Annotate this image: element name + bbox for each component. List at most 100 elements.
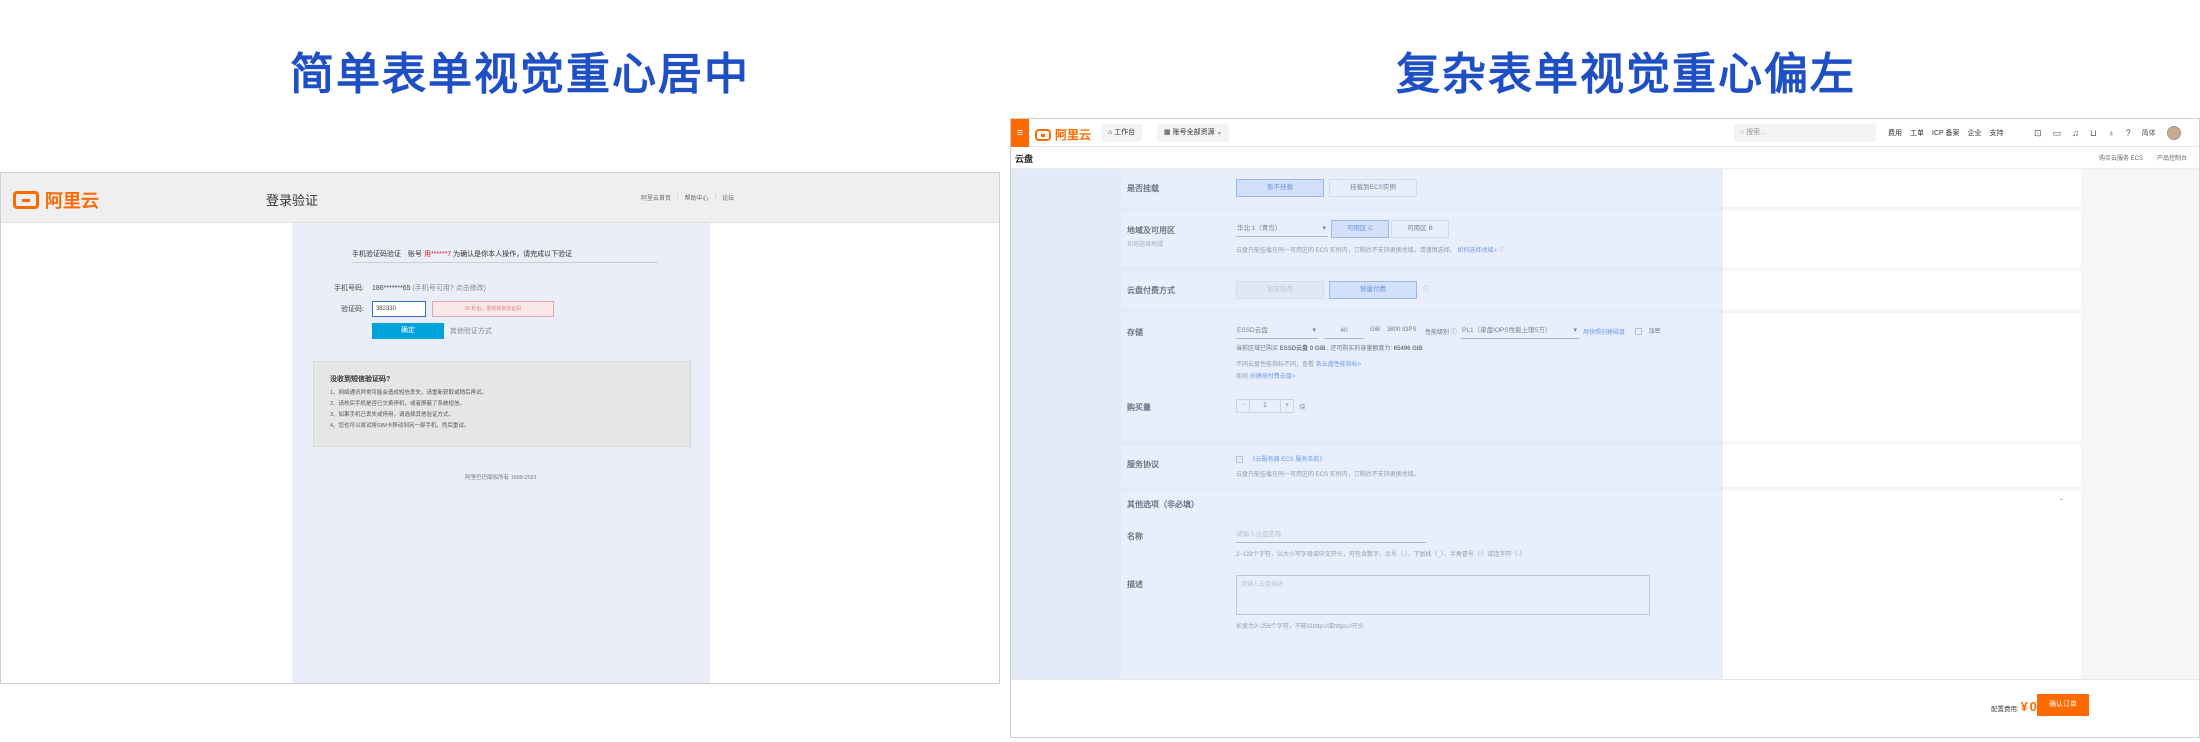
login-verify-screenshot: 阿里云 登录验证 阿里云首页 | 帮助中心 | 论坛 手机验证码验证 账号 用*… [0,172,1000,684]
confirm-order-button[interactable]: 确认订单 [2037,694,2089,716]
help-icon[interactable]: ? [2126,128,2131,138]
code-input[interactable]: 382330 [371,301,426,317]
description-label: 描述 [1127,580,1143,589]
snapshot-link-wrap: 用快照创建磁盘 [1583,327,1625,336]
agreement-label: 服务协议 [1127,460,1159,469]
zone-c-option[interactable]: 可用区 C [1331,220,1389,238]
header-link-help[interactable]: 帮助中心 [685,193,709,202]
disk-size-unit: GiB [1370,327,1381,333]
quantity-value[interactable]: 1 [1250,399,1280,413]
name-input[interactable]: 请输入云盘名称 [1236,527,1426,543]
region-note-text: 云盘只能挂载在同一可用区的 ECS 实例内，订购后不支持更换地域，请谨慎选择。 [1236,248,1456,254]
help-item: 3、如果手机已丢失或停用，请选择其他验证方式。 [330,412,455,418]
console-topbar: ≡ 阿里云 ⌂ 工作台 ▦ 账号全部资源 ⌄ ○ 搜索... 费用 工单 ICP [1011,119,2199,147]
quantity-stepper: − 1 + 块 [1236,399,1306,413]
disk-size-input[interactable]: 40 [1324,323,1364,339]
other-options-label: 其他选项（非必填） [1127,500,1199,509]
name-label: 名称 [1127,532,1143,541]
fee-label: 配置费用: [1990,706,2019,713]
nav-link-fees[interactable]: 费用 [1888,128,1902,138]
perf-note: 不同云盘性能指标不同，查看 各云盘性能指标> [1236,359,1361,368]
perf-level-select[interactable]: PL1（单盘IOPS性能上限5万） [1461,323,1579,339]
storage-label: 存储 [1127,328,1143,337]
verify-header-prefix: 手机验证码验证 账号 [352,251,422,258]
aliyun-logo-icon [13,191,39,209]
mount-option-ecs[interactable]: 挂载到ECS实例 [1329,179,1417,197]
billing-section: 云盘付费方式 包年包月 按量付费 ⓘ [1121,271,2081,309]
mount-option-none[interactable]: 暂不挂载 [1236,179,1324,197]
workbench-button[interactable]: ⌂ 工作台 [1101,124,1143,142]
region-label: 地域及可用区 [1127,226,1175,235]
help-question: 没收到短信验证码? [330,376,391,383]
header-link-home[interactable]: 阿里云首页 [641,193,671,202]
aliyun-logo[interactable]: 阿里云 [1035,126,1091,143]
chevron-up-icon[interactable]: ⌃ [2057,497,2065,508]
other-options-section: 其他选项（非必填） ⌃ 名称 请输入云盘名称 2~128个字符，以大小写字母或中… [1121,491,2081,679]
phone-value: 186*******65 [371,285,411,292]
region-note-link[interactable]: 如何选择地域> [1457,248,1497,254]
cart-icon[interactable]: ⊔ [2090,128,2097,139]
nav-link-support[interactable]: 支持 [1990,128,2004,138]
console-link[interactable]: 产品控制台 [2157,153,2187,162]
region-help-link[interactable]: 如何选择地域 [1127,239,1163,248]
brand-name: 阿里云 [1055,128,1092,142]
description-hint: 长度为2~256个字符，不能以http://或https://开头 [1236,624,1364,630]
avatar[interactable] [2166,126,2181,140]
resources-label: 账号全部资源 [1172,129,1215,136]
aliyun-logo[interactable]: 阿里云 [13,187,99,213]
menu-icon[interactable]: ≡ [1011,119,1029,147]
agreement-checkbox[interactable]: 《云服务器 ECS 服务条款》 [1236,454,1325,463]
increment-button[interactable]: + [1280,399,1294,413]
copyright: 阿里巴巴版权所有 1999-2021 [465,475,537,481]
top-nav-icons: ⊡ ▭ ♫ ⊔ ♁ ? 简体 [2034,119,2181,147]
centered-form-highlight: 手机验证码验证 账号 用******7 为确认是你本人操作，请完成以下验证 手机… [292,223,710,683]
zone-b-option[interactable]: 可用区 B [1391,220,1449,238]
region-select[interactable]: 华北 1（青岛） [1236,221,1328,237]
bell-icon[interactable]: ♫ [2072,128,2079,138]
quantity-label: 购买量 [1127,403,1151,412]
header-link-forum[interactable]: 论坛 [722,193,734,202]
decrement-button[interactable]: − [1236,399,1250,413]
cloud-shell-icon[interactable]: ⊡ [2034,128,2042,139]
message-icon[interactable]: ▭ [2053,128,2062,139]
lightbulb-icon[interactable]: ♁ [2108,128,2115,138]
grid-icon: ▦ [1164,129,1171,136]
code-row: 验证码: 382330 36 秒后，重新获取验证码 [292,301,554,317]
phone-note[interactable]: (手机号可用? 点击修改) [412,285,486,292]
help-item: 2、请核实手机是否已欠费停机，或者屏蔽了系统短信。 [330,401,466,407]
nav-link-tickets[interactable]: 工单 [1910,128,1924,138]
description-textarea[interactable]: 请输入云盘描述 [1236,575,1650,615]
lang-switch[interactable]: 简体 [2142,128,2156,138]
nav-link-icp[interactable]: ICP 备案 [1932,128,1960,138]
resend-code-button[interactable]: 36 秒后，重新获取验证码 [431,301,554,317]
payg-note: 如何 创建按付费云盘> [1236,371,1295,380]
other-method-link[interactable]: 其他验证方式 [450,328,492,335]
confirm-button[interactable]: 确定 [371,323,444,339]
info-icon: ⓘ [1498,248,1505,254]
billing-option-payg[interactable]: 按量付费 [1329,281,1417,299]
nav-link-enterprise[interactable]: 企业 [1968,128,1982,138]
quota-prefix: 当前区域已购买 [1236,346,1279,352]
divider: | [714,193,717,199]
payg-link[interactable]: 创建按付费云盘> [1250,374,1296,380]
resources-dropdown[interactable]: ▦ 账号全部资源 ⌄ [1157,124,1230,142]
buy-ecs-link[interactable]: 购买云服务 ECS [2099,153,2143,162]
encrypt-checkbox[interactable]: 加密 [1635,326,1661,335]
snapshot-link[interactable]: 用快照创建磁盘 [1583,330,1625,336]
help-item: 1、网络通讯异常可能会造成短信丢失，请重新获取或稍后再试。 [330,390,488,396]
encrypt-label: 加密 [1648,329,1661,335]
order-footer: 配置费用: ¥ 0.084 /时 确认订单 [1011,679,2199,737]
code-label: 验证码: [341,305,364,313]
disk-type-select[interactable]: ESSD云盘 [1236,323,1318,339]
agreement-link[interactable]: 《云服务器 ECS 服务条款》 [1250,457,1326,463]
verify-account: 用******7 [423,251,452,258]
disk-iops: 3800 IOPS [1387,327,1417,333]
billing-option-subscription[interactable]: 包年包月 [1236,281,1324,299]
search-input[interactable]: ○ 搜索... [1734,124,1876,142]
login-header: 阿里云 登录验证 阿里云首页 | 帮助中心 | 论坛 [1,173,999,223]
perf-level-text: 性能级别 [1425,330,1450,336]
page-title: 云盘 [1015,154,1034,164]
quota-text: 当前区域已购买 ESSD云盘 0 GiB , 还可购买的容量额度为: 65496… [1236,343,1423,352]
perf-note-link[interactable]: 各云盘性能指标> [1316,362,1362,368]
checkbox-icon [1635,327,1642,335]
